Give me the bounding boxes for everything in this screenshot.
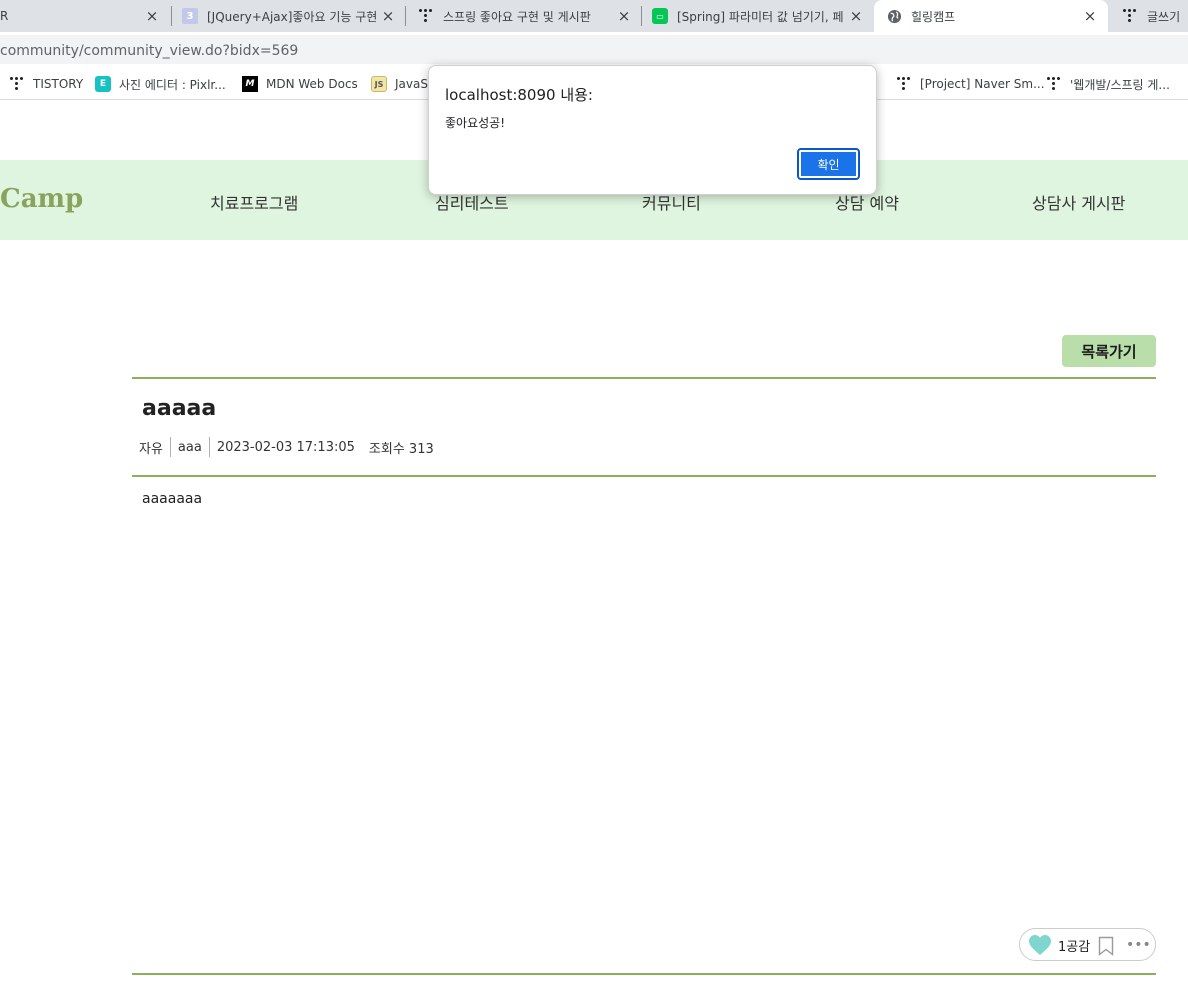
like-count[interactable]: 1공감 <box>1058 936 1090 955</box>
post-category: 자유 <box>139 441 163 457</box>
nav-therapy-program[interactable]: 치료프로그램 <box>210 190 298 214</box>
tab-title: 스프링 좋아요 구현 및 게시판 <box>443 9 591 24</box>
bookmark-web-spring[interactable]: '웹개발/스프링 게... <box>1046 74 1170 94</box>
alert-origin: localhost:8090 내용: <box>445 86 593 104</box>
post-top-divider <box>132 377 1156 379</box>
alert-dialog: localhost:8090 내용: 좋아요성공! 확인 <box>428 65 877 195</box>
tab-title: [JQuery+Ajax]좋아요 기능 구현 <box>207 9 377 24</box>
bookmark-label: [Project] Naver Sm... <box>920 77 1045 91</box>
nav-counselor-board[interactable]: 상담사 게시판 <box>1032 190 1125 214</box>
tistory-icon <box>1122 8 1138 24</box>
post-author: aaa <box>177 439 202 455</box>
tistory-icon <box>9 76 25 92</box>
tab-title: 글쓰기 <box>1147 9 1181 24</box>
browser-tab-bar: R × 3 [JQuery+Ajax]좋아요 기능 구현 × 스프링 좋아요 구… <box>0 0 1188 32</box>
tab-title: R <box>0 9 9 23</box>
meta-divider <box>169 437 171 457</box>
tab-2[interactable]: 3 [JQuery+Ajax]좋아요 기능 구현 × <box>172 0 404 32</box>
bookmark-tistory[interactable]: TISTORY <box>9 74 83 94</box>
close-icon[interactable]: × <box>144 8 160 24</box>
post-title: aaaaa <box>142 396 217 421</box>
tab-5-active[interactable]: 힐링캠프 × <box>874 0 1108 32</box>
tistory-icon <box>896 76 912 92</box>
line-blog-icon: ▭ <box>652 8 668 24</box>
pixlr-icon: E <box>95 76 111 92</box>
close-icon[interactable]: × <box>616 8 632 24</box>
more-options-icon[interactable]: ••• <box>1126 937 1151 953</box>
heart-icon[interactable] <box>1028 934 1052 956</box>
bookmark-icon[interactable] <box>1098 936 1114 956</box>
tistory-icon <box>1046 76 1062 92</box>
post-bottom-divider <box>132 973 1156 975</box>
meta-divider <box>208 437 210 457</box>
bookmark-label: '웹개발/스프링 게... <box>1070 77 1170 92</box>
close-icon[interactable]: × <box>380 8 396 24</box>
tab-title: 힐링캠프 <box>911 9 956 24</box>
url-field[interactable]: community/community_view.do?bidx=569 <box>0 35 1188 64</box>
url-text: community/community_view.do?bidx=569 <box>0 43 299 59</box>
tab-title: [Spring] 파라미터 값 넘기기, 페 <box>677 9 844 24</box>
like-bar: 1공감 ••• <box>1019 928 1156 961</box>
alert-ok-button[interactable]: 확인 <box>797 148 860 180</box>
tab-1[interactable]: R × <box>0 0 170 32</box>
bookmark-pixlr[interactable]: E 사진 에디터 : Pixlr... <box>95 74 226 94</box>
site-logo[interactable]: Camp <box>0 184 83 214</box>
post-meta: 자유 aaa 2023-02-03 17:13:05 조회수 313 <box>139 437 434 457</box>
tistory-icon <box>418 8 434 24</box>
close-icon[interactable]: × <box>1082 8 1098 24</box>
post-views: 조회수 313 <box>368 441 434 457</box>
address-bar: community/community_view.do?bidx=569 <box>0 32 1188 68</box>
tab-6[interactable]: 글쓰기 <box>1110 0 1188 32</box>
bookmark-label: TISTORY <box>33 77 84 91</box>
close-icon[interactable]: × <box>848 8 864 24</box>
post-date: 2023-02-03 17:13:05 <box>216 439 355 455</box>
tab-3[interactable]: 스프링 좋아요 구현 및 게시판 × <box>406 0 640 32</box>
globe-icon <box>886 8 902 24</box>
bookmark-naver-project[interactable]: [Project] Naver Sm... <box>896 74 1045 94</box>
post-body: aaaaaaa <box>142 491 203 507</box>
mdn-icon: M <box>242 76 258 92</box>
tab-4[interactable]: ▭ [Spring] 파라미터 값 넘기기, 페 × <box>642 0 872 32</box>
back-to-list-button[interactable]: 목록가기 <box>1062 335 1156 367</box>
alert-message: 좋아요성공! <box>445 116 506 130</box>
bookmark-mdn[interactable]: M MDN Web Docs <box>242 74 358 94</box>
bookmark-javascript[interactable]: JS JavaSc <box>371 74 435 94</box>
bookmark-label: 사진 에디터 : Pixlr... <box>119 77 226 92</box>
bookmark-label: MDN Web Docs <box>266 77 358 91</box>
post-header-divider <box>132 475 1156 477</box>
number-3-icon: 3 <box>182 8 198 24</box>
javascript-icon: JS <box>371 76 387 92</box>
